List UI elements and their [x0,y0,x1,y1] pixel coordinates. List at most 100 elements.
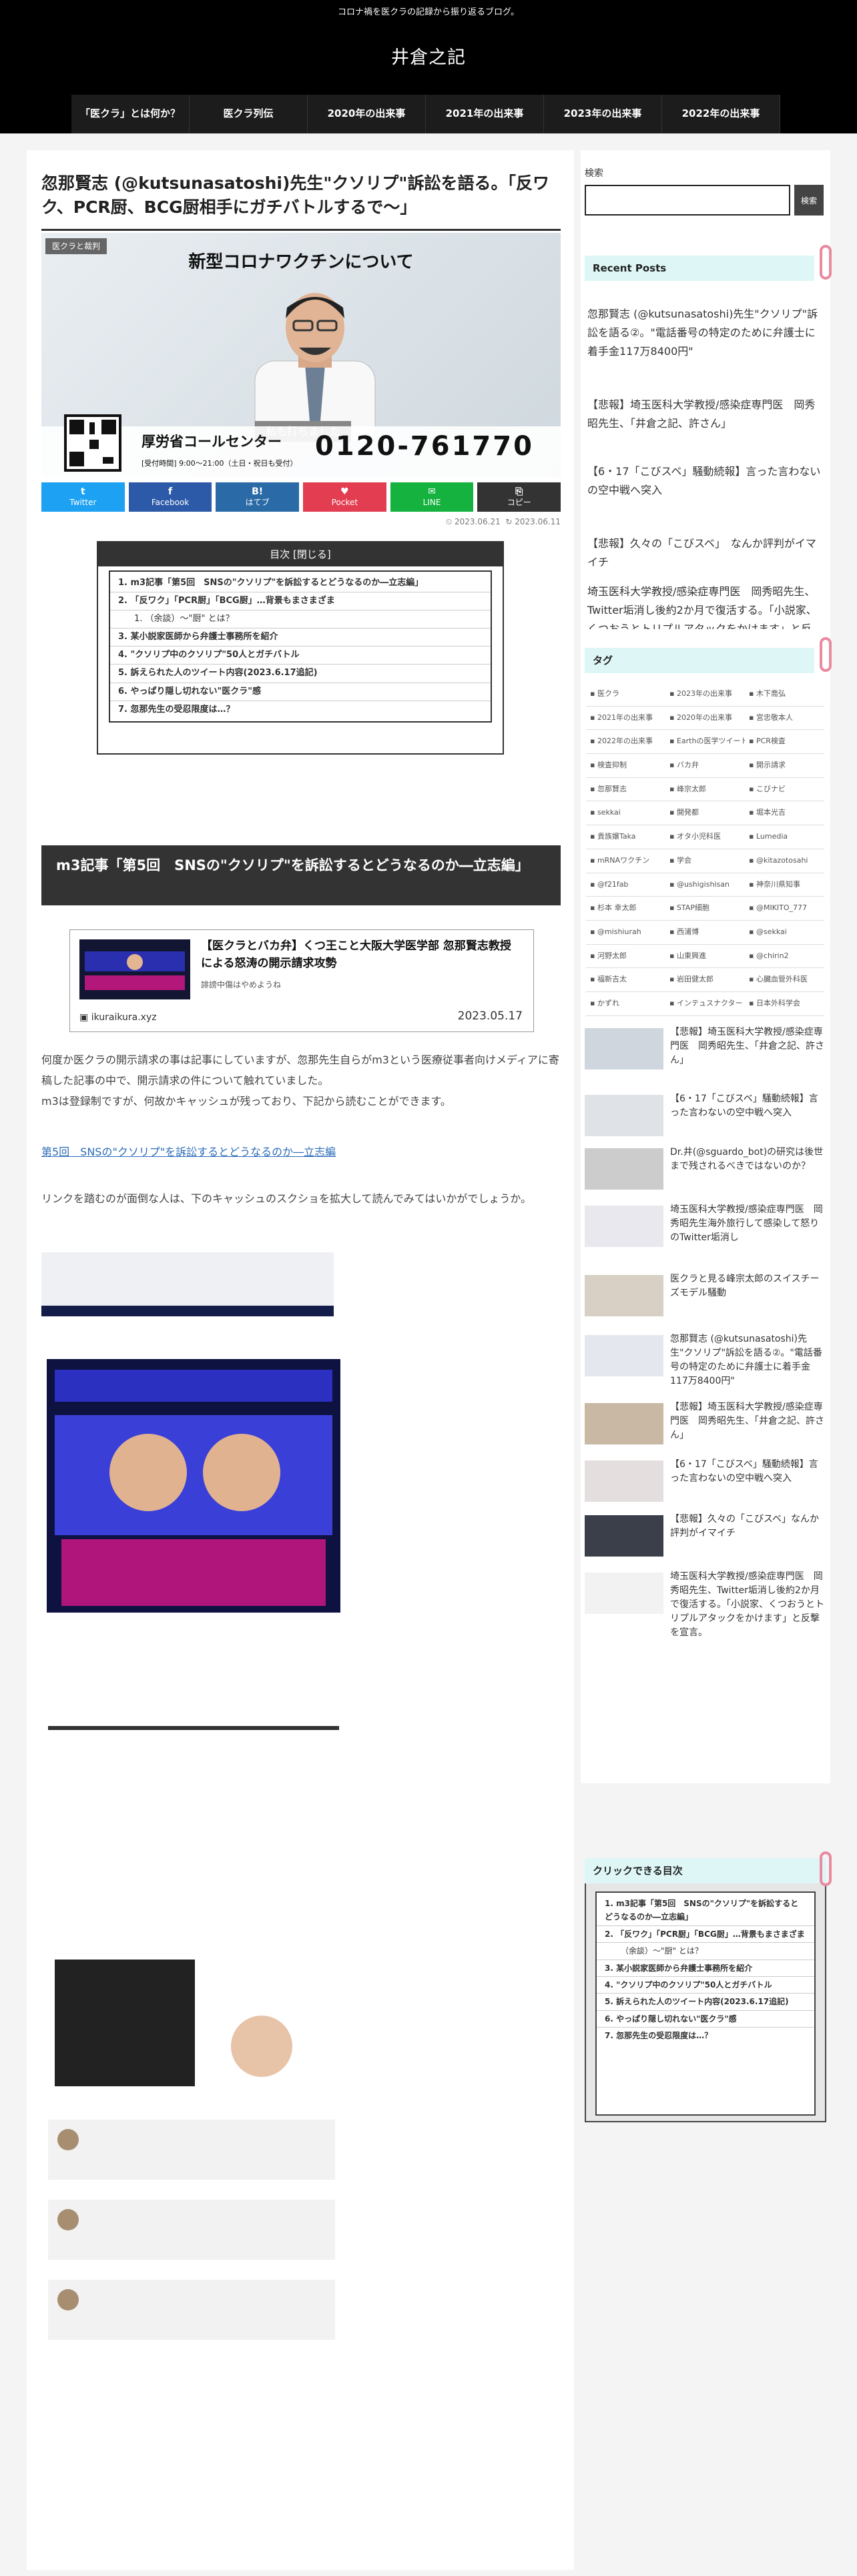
tag-link[interactable]: ▪ 杉本 幸太郎 [586,897,665,921]
tag-link[interactable]: ▪ @sekkai [745,921,824,945]
share-button-Facebook[interactable]: f Facebook [128,482,212,512]
nav-item[interactable]: 医クラ列伝 [190,95,308,133]
tag-link[interactable]: ▪ 医クラ [586,683,665,707]
nav-item[interactable]: 2023年の出来事 [544,95,662,133]
tag-link[interactable]: ▪ こびナビ [745,778,824,802]
tag-link[interactable]: ▪ バカ弁 [665,754,745,778]
hatena-icon: B! [252,486,264,498]
sidebar-toc-item[interactable]: 4. "クソリプ中のクソリプ"50人とガチバトル [597,1977,814,1994]
toc-list: 1. m3記事「第5回 SNSの"クソリプ"を訴訟するとどうなるのか―立志編」 2… [109,570,492,723]
toc-item[interactable]: 1. （余談）〜"厨" とは？ [110,610,491,629]
share-button-LINE[interactable]: ✉ LINE [390,482,474,512]
tag-link[interactable]: ▪ 神奈川県知事 [745,873,824,897]
tag-link[interactable]: ▪ オタ小児科医 [665,825,745,849]
toc-title[interactable]: 目次 [閉じる] [98,542,503,566]
tag-icon: ▪ [590,855,597,865]
tag-link[interactable]: ▪ 峰宗太郎 [665,778,745,802]
share-button-Pocket[interactable]: ♥ Pocket [303,482,386,512]
tag-link[interactable]: ▪ 堀本光吉 [745,801,824,826]
share-label: Twitter [69,498,97,508]
popular-post-thumbnail [585,1095,663,1136]
tag-link[interactable]: ▪ 2023年の出来事 [665,683,745,707]
tag-link[interactable]: ▪ Earthの医学ツイート [665,730,745,755]
tag-link[interactable]: ▪ 岩田健太郎 [665,968,745,992]
sidebar-toc-item[interactable]: 5. 訴えられた人のツイート内容(2023.6.17追記) [597,1994,814,2011]
tag-link[interactable]: ▪ STAP細胞 [665,897,745,921]
sidebar-toc-item[interactable]: 1. m3記事「第5回 SNSの"クソリプ"を訴訟するとどうなるのか―立志編」 [597,1895,814,1926]
tag-link[interactable]: ▪ 河野太郎 [586,945,665,969]
share-button-はてブ[interactable]: B! はてブ [216,482,300,512]
tag-link[interactable]: ▪ sekkai [586,801,665,826]
sidebar-toc-item[interactable]: （余談）〜"厨" とは？ [597,1943,814,1960]
related-article-card[interactable]: 【医クラとバカ弁】くつ王こと大阪大学医学部 忽那賢志教授による怒涛の開示請求攻勢… [69,929,534,1032]
cache-screenshot[interactable] [41,1252,360,2570]
tag-link[interactable]: ▪ インテュスナクター [665,992,745,1016]
recent-post-link[interactable]: 【悲報】埼玉医科大学教授/感染症専門医 岡秀昭先生、「井倉之記、許さん」 [587,396,821,433]
tag-link[interactable]: ▪ Lumedia [745,825,824,849]
tag-link[interactable]: ▪ 貴族嬢Taka [586,825,665,849]
tag-link[interactable]: ▪ 検査抑制 [586,754,665,778]
sidebar-toc-item[interactable]: 2. 「反ワク」「PCR厨」「BCG厨」…背景もまさまざま [597,1926,814,1944]
tag-link[interactable]: ▪ 心臓血管外科医 [745,968,824,992]
share-button-コピー[interactable]: ⎘ コピー [477,482,561,512]
sidebar-toc-item[interactable]: 7. 忽那先生の受忍限度は…？ [597,2028,814,2044]
pocket-icon: ♥ [340,486,349,498]
recent-post-link[interactable]: 【6・17「こびスベ」騒動続報】言った言わないの空中戦へ突入 [587,462,821,500]
tag-link[interactable]: ▪ 2022年の出来事 [586,730,665,755]
nav-item[interactable]: 2021年の出来事 [426,95,544,133]
tag-link[interactable]: ▪ mRNAワクチン [586,849,665,873]
sidebar-toc-item[interactable]: 3. 某小説家医師から弁護士事務所を紹介 [597,1960,814,1977]
popular-post[interactable]: 埼玉医科大学教授/感染症専門医 岡秀昭先生海外旅行して感染して怒りのTwitte… [585,1203,825,1276]
tag-icon: ▪ [590,903,597,913]
popular-post-title: 医クラと見る峰宗太郎のスイスチーズモデル騒動 [670,1274,820,1298]
toc-item[interactable]: 6. やっぱり隠し切れない"医クラ"感 [110,683,491,701]
recent-post-link[interactable]: 【悲報】久々の「こびスベ」 なんか評判がイマイチ [587,534,821,572]
popular-post[interactable]: 【悲報】埼玉医科大学教授/感染症専門医 岡秀昭先生、「井倉之記、許さん」 [585,1025,825,1099]
popular-post[interactable]: 埼玉医科大学教授/感染症専門医 岡秀昭先生、Twitter垢消し後約2か月で復活… [585,1570,825,1643]
tag-link[interactable]: ▪ @f21fab [586,873,665,897]
tag-label: 杉本 幸太郎 [597,903,637,913]
tag-link[interactable]: ▪ 木下喬弘 [745,683,824,707]
toc-item[interactable]: 4. "クソリプ中のクソリプ"50人とガチバトル [110,647,491,665]
tag-link[interactable]: ▪ 山東興進 [665,945,745,969]
paperclip-icon [820,637,832,672]
tag-link[interactable]: ▪ 宮忠敬本人 [745,707,824,731]
recent-post-link[interactable]: 忽那賢志 (@kutsunasatoshi)先生"クソリプ"訴訟を語る②。"電話… [587,305,821,361]
tag-link[interactable]: ▪ @MIKITO_777 [745,897,824,921]
toc-item[interactable]: 2. 「反ワク」「PCR厨」「BCG厨」…背景もまさまざま [110,592,491,611]
m3-article-link[interactable]: 第5回 SNSの"クソリプ"を訴訟するとどうなるのか―立志編 [41,1143,336,1161]
search-input[interactable] [585,185,790,216]
tag-link[interactable]: ▪ PCR検査 [745,730,824,755]
tag-link[interactable]: ▪ 開示請求 [745,754,824,778]
toc-item[interactable]: 3. 某小説家医師から弁護士事務所を紹介 [110,628,491,647]
tag-link[interactable]: ▪ 2021年の出来事 [586,707,665,731]
tag-link[interactable]: ▪ @chirin2 [745,945,824,969]
tag-link[interactable]: ▪ 西浦博 [665,921,745,945]
popular-post[interactable]: 忽那賢志 (@kutsunasatoshi)先生"クソリプ"訴訟を語る②。"電話… [585,1332,825,1406]
tag-link[interactable]: ▪ 学会 [665,849,745,873]
site-logo[interactable]: 井倉之記 [0,43,857,73]
tag-icon: ▪ [669,832,677,841]
nav-item[interactable]: 「医クラ」とは何か？ [71,95,190,133]
tag-label: 2021年の出来事 [597,713,653,722]
tag-link[interactable]: ▪ @kitazotosahi [745,849,824,873]
tag-label: オタ小児科医 [676,832,721,841]
nav-item[interactable]: 2022年の出来事 [662,95,780,133]
toc-item[interactable]: 1. m3記事「第5回 SNSの"クソリプ"を訴訟するとどうなるのか―立志編」 [110,574,491,593]
share-label: Pocket [331,498,358,508]
search-button[interactable]: 検索 [794,185,824,216]
toc-item[interactable]: 7. 忽那先生の受忍限度は…？ [110,701,491,719]
tag-link[interactable]: ▪ @ushigishisan [665,873,745,897]
share-button-Twitter[interactable]: t Twitter [41,482,125,512]
tag-link[interactable]: ▪ 福新吉太 [586,968,665,992]
tag-link[interactable]: ▪ 日本外科学会 [745,992,824,1016]
tag-label: 開示請求 [756,761,786,770]
tag-link[interactable]: ▪ @mishiurah [586,921,665,945]
sidebar-toc-item[interactable]: 6. やっぱり隠し切れない"医クラ"感 [597,2011,814,2028]
tag-link[interactable]: ▪ 開発都 [665,801,745,826]
nav-item[interactable]: 2020年の出来事 [308,95,426,133]
tag-link[interactable]: ▪ かずれ [586,992,665,1016]
tag-link[interactable]: ▪ 2020年の出来事 [665,707,745,731]
tag-link[interactable]: ▪ 忽那賢志 [586,778,665,802]
toc-item[interactable]: 5. 訴えられた人のツイート内容(2023.6.17追記) [110,665,491,683]
